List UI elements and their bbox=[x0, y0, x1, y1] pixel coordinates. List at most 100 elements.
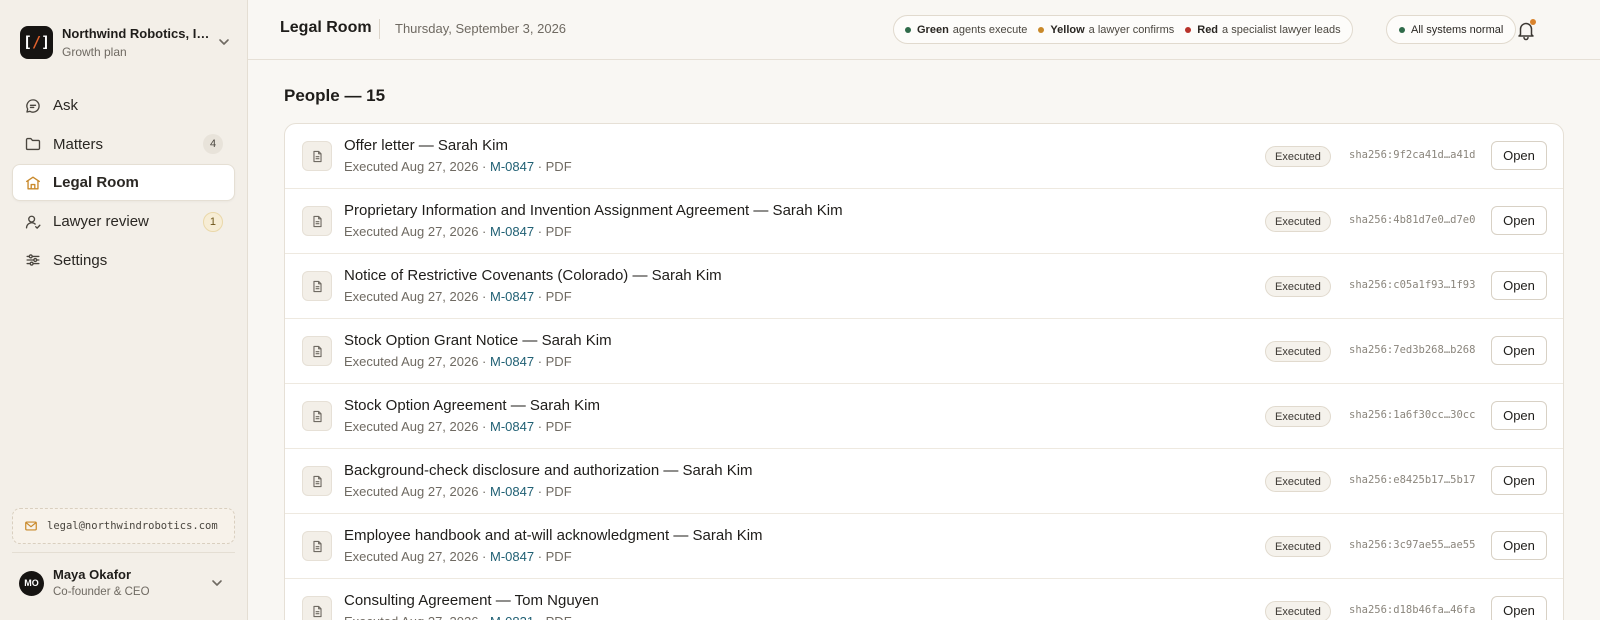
avatar: MO bbox=[19, 570, 44, 596]
sidebar-item-label: Matters bbox=[53, 135, 104, 153]
document-row[interactable]: Stock Option Grant Notice — Sarah Kim Ex… bbox=[285, 319, 1563, 384]
document-meta: Executed Aug 27, 2026 · M-0847 · PDF bbox=[344, 224, 572, 239]
green-dot-icon bbox=[905, 26, 911, 33]
open-button[interactable]: Open bbox=[1491, 206, 1547, 235]
document-meta: Executed Aug 27, 2026 · M-0847 · PDF bbox=[344, 549, 572, 564]
org-logo: [/] bbox=[20, 25, 53, 59]
document-row[interactable]: Background-check disclosure and authoriz… bbox=[285, 449, 1563, 514]
document-title[interactable]: Employee handbook and at-will acknowledg… bbox=[344, 527, 763, 544]
document-row[interactable]: Consulting Agreement — Tom Nguyen Execut… bbox=[285, 579, 1563, 620]
document-title[interactable]: Stock Option Agreement — Sarah Kim bbox=[344, 397, 600, 414]
legend-red: Red a specialist lawyer leads bbox=[1185, 24, 1341, 36]
document-icon bbox=[302, 401, 332, 431]
sidebar-item-matters[interactable]: Matters 4 bbox=[12, 126, 235, 163]
chevron-down-icon bbox=[219, 39, 229, 45]
status-badge: Executed bbox=[1265, 406, 1331, 427]
chat-icon bbox=[26, 98, 40, 113]
document-icon bbox=[302, 466, 332, 496]
open-button[interactable]: Open bbox=[1491, 596, 1547, 620]
legend-green: Green agents execute bbox=[905, 24, 1027, 36]
sidebar-item-legal-room[interactable]: Legal Room bbox=[12, 164, 235, 202]
document-icon bbox=[302, 271, 332, 301]
document-title[interactable]: Proprietary Information and Invention As… bbox=[344, 202, 843, 219]
matter-link[interactable]: M-0847 bbox=[490, 354, 534, 369]
yellow-dot-icon bbox=[1038, 26, 1045, 33]
red-dot-icon bbox=[1185, 26, 1192, 33]
legal-email-address: legal@northwindrobotics.com bbox=[47, 520, 218, 532]
document-icon bbox=[302, 596, 332, 620]
document-hash: sha256:1a6f30cc…30cc bbox=[1349, 409, 1476, 421]
document-icon bbox=[302, 141, 332, 171]
page-title: Legal Room bbox=[280, 19, 372, 36]
open-button[interactable]: Open bbox=[1491, 141, 1547, 170]
document-row[interactable]: Proprietary Information and Invention As… bbox=[285, 189, 1563, 254]
document-hash: sha256:c05a1f93…1f93 bbox=[1349, 279, 1476, 291]
folder-icon bbox=[25, 138, 41, 151]
matter-link[interactable]: M-0847 bbox=[490, 419, 534, 434]
system-status[interactable]: All systems normal bbox=[1386, 15, 1517, 44]
sidebar-nav: Ask Matters 4 Legal Room Lawyer review 1… bbox=[12, 87, 235, 280]
user-menu[interactable]: MO Maya Okafor Co-founder & CEO bbox=[19, 564, 229, 602]
user-review-icon bbox=[25, 215, 41, 229]
open-button[interactable]: Open bbox=[1491, 466, 1547, 495]
matter-link[interactable]: M-0847 bbox=[490, 549, 534, 564]
matters-count-badge: 4 bbox=[203, 134, 223, 155]
status-badge: Executed bbox=[1265, 211, 1331, 232]
open-button[interactable]: Open bbox=[1491, 531, 1547, 560]
document-title[interactable]: Notice of Restrictive Covenants (Colorad… bbox=[344, 267, 722, 284]
sidebar-divider bbox=[12, 552, 235, 553]
section-title: People — 15 bbox=[284, 86, 386, 105]
document-row[interactable]: Stock Option Agreement — Sarah Kim Execu… bbox=[285, 384, 1563, 449]
org-switcher[interactable]: [/] Northwind Robotics, Inc. Growth plan bbox=[20, 24, 232, 60]
user-text: Maya Okafor Co-founder & CEO bbox=[53, 566, 209, 600]
risk-legend: Green agents execute Yellow a lawyer confi… bbox=[893, 15, 1353, 44]
legal-email[interactable]: legal@northwindrobotics.com bbox=[12, 508, 235, 544]
document-row[interactable]: Offer letter — Sarah Kim Executed Aug 27… bbox=[285, 124, 1563, 189]
document-icon bbox=[302, 206, 332, 236]
document-title[interactable]: Offer letter — Sarah Kim bbox=[344, 137, 508, 154]
document-list: Offer letter — Sarah Kim Executed Aug 27… bbox=[284, 123, 1564, 620]
matter-link[interactable]: M-0847 bbox=[490, 289, 534, 304]
chevron-down-icon bbox=[212, 580, 222, 586]
header-divider bbox=[379, 19, 380, 39]
legend-yellow: Yellow a lawyer confirms bbox=[1038, 24, 1174, 36]
mail-icon bbox=[25, 521, 37, 531]
top-header: Legal Room Thursday, September 3, 2026 G… bbox=[248, 0, 1600, 60]
status-badge: Executed bbox=[1265, 536, 1331, 557]
sidebar-item-label: Lawyer review bbox=[53, 213, 149, 231]
status-badge: Executed bbox=[1265, 276, 1331, 297]
document-row[interactable]: Employee handbook and at-will acknowledg… bbox=[285, 514, 1563, 579]
matter-link[interactable]: M-0847 bbox=[490, 159, 534, 174]
matter-link[interactable]: M-0821 bbox=[490, 614, 534, 620]
document-icon bbox=[302, 336, 332, 366]
matter-link[interactable]: M-0847 bbox=[490, 484, 534, 499]
document-meta: Executed Aug 27, 2026 · M-0847 · PDF bbox=[344, 159, 572, 174]
sidebar-item-label: Ask bbox=[53, 97, 79, 114]
sidebar-item-lawyer-review[interactable]: Lawyer review 1 bbox=[12, 203, 235, 240]
building-icon bbox=[26, 176, 40, 190]
open-button[interactable]: Open bbox=[1491, 271, 1547, 300]
sidebar-item-ask[interactable]: Ask bbox=[12, 87, 235, 124]
org-text: Northwind Robotics, Inc. Growth plan bbox=[62, 25, 210, 60]
document-hash: sha256:9f2ca41d…a41d bbox=[1349, 149, 1476, 161]
open-button[interactable]: Open bbox=[1491, 401, 1547, 430]
document-meta: Executed Aug 27, 2026 · M-0847 · PDF bbox=[344, 419, 572, 434]
status-badge: Executed bbox=[1265, 471, 1331, 492]
org-name: Northwind Robotics, Inc. bbox=[62, 25, 210, 41]
user-role: Co-founder & CEO bbox=[53, 586, 150, 598]
document-hash: sha256:7ed3b268…b268 bbox=[1349, 344, 1476, 356]
document-hash: sha256:3c97ae55…ae55 bbox=[1349, 539, 1476, 551]
sidebar-item-settings[interactable]: Settings bbox=[12, 242, 235, 279]
document-title[interactable]: Background-check disclosure and authoriz… bbox=[344, 462, 753, 479]
sidebar: [/] Northwind Robotics, Inc. Growth plan… bbox=[0, 0, 248, 620]
document-row[interactable]: Notice of Restrictive Covenants (Colorad… bbox=[285, 254, 1563, 319]
current-date: Thursday, September 3, 2026 bbox=[395, 21, 567, 36]
open-button[interactable]: Open bbox=[1491, 336, 1547, 365]
sidebar-item-label: Legal Room bbox=[53, 174, 139, 192]
review-count-badge: 1 bbox=[202, 211, 223, 232]
notification-dot bbox=[1530, 19, 1536, 25]
document-title[interactable]: Consulting Agreement — Tom Nguyen bbox=[344, 592, 599, 609]
matter-link[interactable]: M-0847 bbox=[490, 224, 534, 239]
document-meta: Executed Aug 27, 2026 · M-0847 · PDF bbox=[344, 484, 572, 499]
document-title[interactable]: Stock Option Grant Notice — Sarah Kim bbox=[344, 332, 612, 349]
